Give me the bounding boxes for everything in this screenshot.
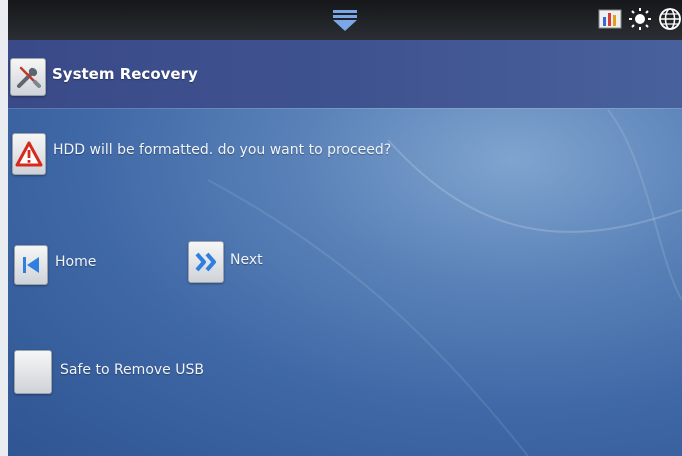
next-label[interactable]: Next	[230, 252, 263, 268]
page-title: System Recovery	[52, 65, 198, 83]
wrench-screwdriver-icon	[17, 66, 41, 88]
safe-remove-usb-button[interactable]	[14, 350, 52, 394]
home-button[interactable]	[14, 245, 48, 285]
device-screen: System Recovery HDD will be formatted. d…	[8, 0, 682, 456]
warning-icon	[15, 141, 43, 167]
status-icon-group	[598, 6, 682, 32]
warning-message: HDD will be formatted. do you want to pr…	[53, 142, 392, 158]
globe-icon[interactable]	[658, 7, 682, 31]
top-status-bar	[8, 0, 682, 40]
skip-back-icon	[23, 257, 39, 273]
system-tools-button[interactable]	[10, 58, 46, 96]
double-chevron-right-icon	[195, 252, 216, 272]
brightness-icon[interactable]	[628, 7, 652, 31]
safe-remove-usb-label[interactable]: Safe to Remove USB	[60, 362, 204, 378]
warning-icon-tile	[12, 133, 46, 175]
home-label[interactable]: Home	[55, 254, 96, 270]
title-bar: System Recovery	[8, 40, 682, 108]
pull-down-tab-icon[interactable]	[332, 8, 358, 32]
bar-chart-icon[interactable]	[598, 7, 622, 31]
next-button[interactable]	[188, 241, 224, 283]
